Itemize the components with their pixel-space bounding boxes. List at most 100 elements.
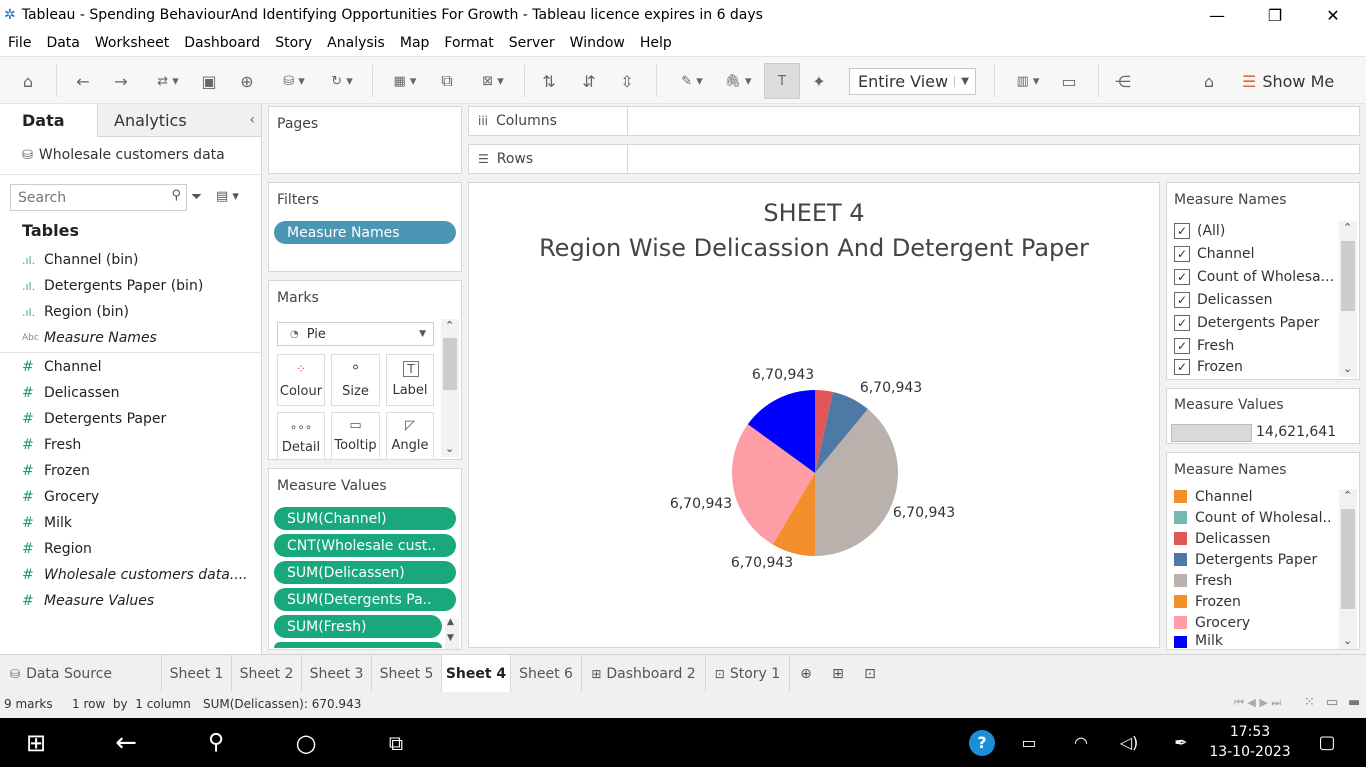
tab-data-source[interactable]: ⛁ Data Source [0, 655, 162, 693]
field-grocery[interactable]: # Grocery [0, 484, 261, 510]
filter-item-channel[interactable]: ✓ Channel [1174, 242, 1254, 265]
menu-story[interactable]: Story [267, 35, 319, 51]
menu-map[interactable]: Map [392, 35, 437, 51]
filter-item-delicassen[interactable]: ✓ Delicassen [1174, 288, 1273, 311]
tooltip-button[interactable]: ▭ Tooltip [331, 412, 380, 460]
home-icon[interactable]: ⌂ [16, 69, 40, 93]
tab-data[interactable]: Data [0, 104, 97, 137]
volume-icon[interactable]: ◁) [1116, 718, 1142, 767]
menu-analysis[interactable]: Analysis [319, 35, 392, 51]
measure-pill-delicassen[interactable]: SUM(Delicassen) [274, 561, 456, 584]
pie-chart[interactable]: 6,70,943 6,70,943 6,70,943 6,70,943 6,70,943 [469, 183, 1159, 649]
field-delicassen[interactable]: # Delicassen [0, 380, 261, 406]
filter-item-fresh[interactable]: ✓ Fresh [1174, 334, 1234, 357]
checkbox-checked-icon[interactable]: ✓ [1174, 268, 1190, 285]
measure-pill-channel[interactable]: SUM(Channel) [274, 507, 456, 530]
presentation-mode-icon[interactable]: ▭ [1058, 69, 1080, 93]
wifi-icon[interactable]: ◠ [1068, 718, 1094, 767]
sheet-navigation-icon[interactable]: ⏮ ◀ ▶ ⏭ [1234, 696, 1281, 710]
show-cards-icon[interactable]: ▥ ▾ [1008, 69, 1048, 93]
columns-shelf[interactable]: iii Columns [468, 106, 1360, 136]
legend-item-channel[interactable]: Channel [1174, 486, 1252, 507]
cortana-icon[interactable]: ○ [282, 718, 330, 767]
measure-pill-count[interactable]: CNT(Wholesale cust.. [274, 534, 456, 557]
search-icon[interactable]: ⚲ [192, 718, 240, 767]
pages-card[interactable]: Pages [268, 106, 462, 174]
field-milk[interactable]: # Milk [0, 510, 261, 536]
mark-type-select[interactable]: ◔ Pie ▼ [277, 322, 434, 346]
legend-item-count[interactable]: Count of Wholesal.. [1174, 507, 1331, 528]
tab-story-1[interactable]: ⊡ Story 1 [706, 655, 790, 693]
tabs-icon[interactable]: ▬ [1348, 695, 1360, 710]
field-measure-names[interactable]: Abc Measure Names [0, 325, 261, 351]
new-worksheet-icon[interactable]: ▦ ▾ [384, 69, 426, 93]
tab-sheet-2[interactable]: Sheet 2 [232, 655, 302, 693]
legend-item-milk[interactable]: Milk [1174, 633, 1223, 648]
legend-item-delicassen[interactable]: Delicassen [1174, 528, 1271, 549]
refresh-icon[interactable]: ↻ ▾ [322, 69, 362, 93]
legend-item-fresh[interactable]: Fresh [1174, 570, 1232, 591]
tab-analytics[interactable]: Analytics ‹ [97, 104, 261, 137]
measure-pill-fresh[interactable]: SUM(Fresh) [274, 615, 442, 638]
tab-sheet-4[interactable]: Sheet 4 [442, 655, 511, 693]
menu-worksheet[interactable]: Worksheet [87, 35, 176, 51]
colour-legend-scrollbar[interactable]: ⌃ ⌄ [1339, 489, 1357, 649]
undo-icon[interactable]: ← [72, 69, 94, 93]
menu-dashboard[interactable]: Dashboard [176, 35, 267, 51]
swap-icon[interactable]: ⇅ [538, 69, 560, 93]
angle-button[interactable]: ◸ Angle [386, 412, 434, 460]
fix-axes-icon[interactable]: ✦ [808, 69, 830, 93]
show-labels-icon[interactable]: T [764, 63, 800, 99]
menu-format[interactable]: Format [436, 35, 500, 51]
duplicate-sheet-icon[interactable]: ⧉ [436, 69, 458, 93]
size-button[interactable]: ⚬ Size [331, 354, 380, 406]
field-channel-bin[interactable]: .ıl. Channel (bin) [0, 247, 261, 273]
battery-icon[interactable]: ▭ [1016, 718, 1042, 767]
filter-card-scrollbar[interactable]: ⌃ ⌄ [1339, 221, 1357, 377]
save-icon[interactable]: ▣ [198, 69, 220, 93]
filter-item-detergents[interactable]: ✓ Detergents Paper [1174, 311, 1319, 334]
tab-sheet-1[interactable]: Sheet 1 [162, 655, 232, 693]
label-button[interactable]: T Label [386, 354, 434, 406]
field-fresh[interactable]: # Fresh [0, 432, 261, 458]
field-detergents-paper-bin[interactable]: .ıl. Detergents Paper (bin) [0, 273, 261, 299]
new-datasource-icon[interactable]: ⊕ [236, 69, 258, 93]
filter-icon[interactable]: ⏷ [191, 189, 202, 205]
new-dashboard-tab-icon[interactable]: ⊞ [822, 655, 854, 693]
field-channel[interactable]: # Channel [0, 354, 261, 380]
detail-button[interactable]: ∘∘∘ Detail [277, 412, 325, 460]
field-wholesale-count[interactable]: # Wholesale customers data.... [0, 562, 261, 588]
measure-values-scrollbar[interactable]: ▲ ▼ [445, 617, 459, 649]
minimize-button[interactable]: — [1188, 0, 1246, 30]
field-measure-values[interactable]: # Measure Values [0, 588, 261, 614]
back-arrow-icon[interactable]: ← [102, 718, 150, 767]
datasource-row[interactable]: ⛁ Wholesale customers data [22, 144, 225, 166]
filter-item-all[interactable]: ✓ (All) [1174, 219, 1225, 242]
tab-sheet-3[interactable]: Sheet 3 [302, 655, 372, 693]
maximize-button[interactable]: ❐ [1246, 0, 1304, 30]
checkbox-checked-icon[interactable]: ✓ [1174, 291, 1190, 308]
highlight-icon[interactable]: ✎ ▾ [672, 69, 712, 93]
close-button[interactable]: ✕ [1304, 0, 1362, 30]
field-region[interactable]: # Region [0, 536, 261, 562]
redo-icon[interactable]: → [110, 69, 132, 93]
windows-start-icon[interactable]: ⊞ [12, 718, 60, 767]
legend-item-grocery[interactable]: Grocery [1174, 612, 1250, 633]
sheet-sorter-icon[interactable]: ⁙ [1304, 695, 1315, 710]
search-field[interactable]: ⚲ [10, 184, 187, 211]
menu-help[interactable]: Help [632, 35, 679, 51]
menu-window[interactable]: Window [562, 35, 632, 51]
tab-sheet-5[interactable]: Sheet 5 [372, 655, 442, 693]
new-story-tab-icon[interactable]: ⊡ [854, 655, 886, 693]
measure-pill-detergents[interactable]: SUM(Detergents Pa.. [274, 588, 456, 611]
share-icon[interactable]: ⋲ [1112, 69, 1134, 93]
marks-scrollbar[interactable]: ⌃ ⌄ [441, 319, 459, 457]
clear-sheet-icon[interactable]: ⊠ ▾ [472, 69, 514, 93]
show-me-button[interactable]: ☰ Show Me [1242, 69, 1334, 93]
fit-select[interactable]: Entire View ▼ [849, 68, 976, 95]
sort-descending-icon[interactable]: ⇳ [616, 69, 638, 93]
legend-item-frozen[interactable]: Frozen [1174, 591, 1241, 612]
menu-data[interactable]: Data [38, 35, 86, 51]
checkbox-checked-icon[interactable]: ✓ [1174, 222, 1190, 239]
field-detergents-paper[interactable]: # Detergents Paper [0, 406, 261, 432]
